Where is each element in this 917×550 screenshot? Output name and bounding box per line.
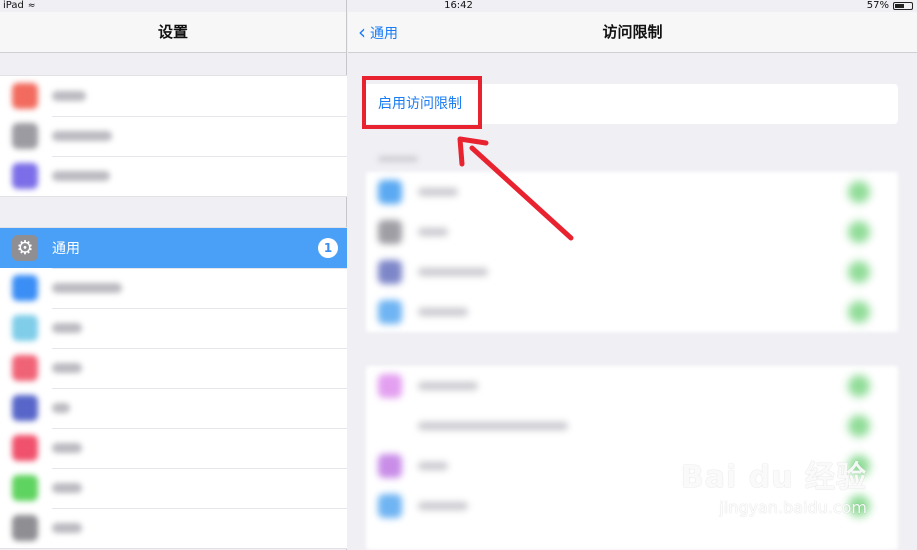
notification-badge: 1	[318, 238, 338, 258]
battery-icon	[893, 2, 913, 10]
app-icon	[12, 475, 38, 501]
list-item[interactable]	[0, 156, 347, 196]
list-item[interactable]	[0, 308, 347, 348]
app-icon	[378, 220, 402, 244]
app-icon	[12, 275, 38, 301]
status-time: 16:42	[444, 0, 473, 11]
watermark: Bai du 经验 jingyan.baidu.com	[681, 452, 867, 517]
list-item[interactable]	[0, 388, 347, 428]
list-item[interactable]	[366, 172, 898, 212]
blurred-label	[418, 462, 448, 470]
toggle-switch[interactable]	[848, 375, 870, 397]
blurred-label	[418, 228, 448, 236]
list-item[interactable]	[366, 212, 898, 252]
blurred-label	[52, 483, 82, 493]
app-icon	[12, 315, 38, 341]
blurred-section-header	[378, 156, 418, 162]
app-icon	[12, 395, 38, 421]
watermark-url: jingyan.baidu.com	[719, 498, 867, 517]
detail-title: 访问限制	[602, 23, 663, 41]
master-nav-bar: 设置	[0, 12, 346, 53]
blurred-label	[52, 523, 82, 533]
blurred-label	[418, 382, 478, 390]
app-icon	[378, 414, 402, 438]
blurred-label	[52, 171, 110, 181]
list-item[interactable]	[0, 268, 347, 308]
watermark-logo: Bai du 经验	[680, 460, 867, 495]
blurred-label	[52, 443, 82, 453]
master-title: 设置	[157, 23, 188, 41]
list-item[interactable]	[0, 428, 347, 468]
blurred-label	[418, 188, 458, 196]
status-bar: iPad ≈ 16:42 57%	[0, 0, 917, 12]
restrictions-group-blurred	[366, 172, 898, 332]
list-item[interactable]	[0, 76, 347, 116]
app-icon	[378, 494, 402, 518]
list-item[interactable]	[366, 366, 898, 406]
blurred-label	[418, 308, 468, 316]
app-icon	[378, 300, 402, 324]
toggle-switch[interactable]	[848, 301, 870, 323]
blurred-label	[418, 268, 488, 276]
app-icon	[12, 355, 38, 381]
app-icon	[12, 163, 38, 189]
battery-percent: 57%	[866, 0, 889, 11]
blurred-label	[52, 91, 86, 101]
list-item[interactable]	[0, 468, 347, 508]
blurred-label	[52, 131, 112, 141]
annotation-highlight-box	[362, 76, 482, 129]
list-item[interactable]	[0, 508, 347, 548]
app-icon	[12, 515, 38, 541]
list-item[interactable]	[366, 252, 898, 292]
chevron-left-icon: ‹	[358, 20, 366, 44]
app-icon	[378, 374, 402, 398]
detail-nav-bar: 访问限制 ‹ 通用	[348, 12, 917, 53]
gear-icon: ⚙	[12, 235, 38, 261]
sidebar-item-label: 通用	[52, 241, 80, 257]
toggle-switch[interactable]	[848, 221, 870, 243]
blurred-label	[52, 363, 82, 373]
settings-master-pane: 设置 ⚙ 通用 1	[0, 0, 347, 550]
battery-level	[895, 4, 904, 8]
settings-group-main: ⚙ 通用 1	[0, 227, 347, 549]
blurred-label	[418, 422, 568, 430]
list-item[interactable]	[366, 406, 898, 446]
blurred-label	[52, 323, 82, 333]
app-icon	[378, 260, 402, 284]
app-icon	[12, 123, 38, 149]
app-icon	[12, 435, 38, 461]
list-item[interactable]	[366, 292, 898, 332]
sidebar-item-general[interactable]: ⚙ 通用 1	[0, 228, 347, 268]
app-icon	[12, 83, 38, 109]
app-icon	[378, 454, 402, 478]
toggle-switch[interactable]	[848, 181, 870, 203]
blurred-label	[52, 283, 122, 293]
back-label: 通用	[370, 25, 398, 42]
blurred-label	[52, 403, 70, 413]
settings-group-blurred-top	[0, 75, 347, 197]
toggle-switch[interactable]	[848, 261, 870, 283]
list-item[interactable]	[0, 116, 347, 156]
toggle-switch[interactable]	[848, 415, 870, 437]
list-item[interactable]	[0, 348, 347, 388]
blurred-label	[418, 502, 468, 510]
back-button[interactable]: ‹ 通用	[358, 12, 398, 53]
app-icon	[378, 180, 402, 204]
